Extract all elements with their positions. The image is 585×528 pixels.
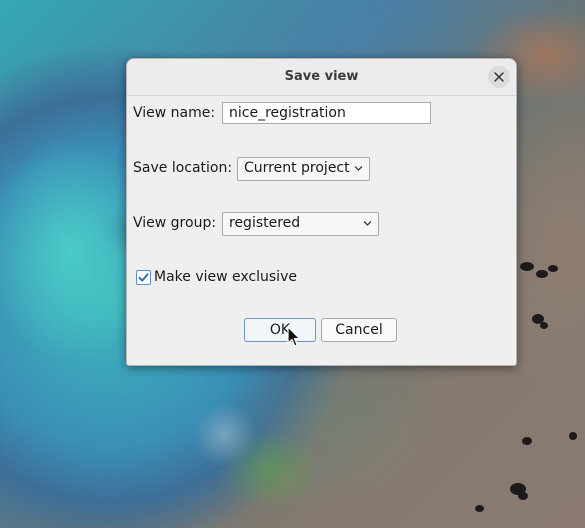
image-speck xyxy=(522,437,532,445)
chevron-down-icon xyxy=(354,166,363,171)
dialog-title: Save view xyxy=(284,69,359,84)
view-name-input[interactable] xyxy=(222,102,431,124)
dialog-titlebar: Save view xyxy=(127,59,516,96)
save-location-value: Current project xyxy=(244,160,350,176)
image-speck xyxy=(475,505,484,512)
save-location-label: Save location: xyxy=(133,160,233,176)
chevron-down-icon xyxy=(363,221,372,226)
image-speck xyxy=(536,270,548,278)
close-button[interactable] xyxy=(488,66,510,88)
make-exclusive-checkbox[interactable] xyxy=(136,270,151,285)
image-speck xyxy=(518,492,528,500)
image-speck xyxy=(569,432,577,440)
cancel-button[interactable]: Cancel xyxy=(321,318,397,342)
checkmark-icon xyxy=(138,273,149,282)
image-speck xyxy=(520,262,534,271)
close-icon xyxy=(494,72,504,82)
mouse-pointer-icon xyxy=(287,326,301,347)
view-group-value: registered xyxy=(229,215,301,231)
view-group-label: View group: xyxy=(133,215,217,231)
image-speck xyxy=(548,265,558,272)
make-exclusive-label[interactable]: Make view exclusive xyxy=(154,269,297,285)
view-name-label: View name: xyxy=(133,105,216,121)
image-speck xyxy=(540,322,548,329)
view-group-dropdown[interactable]: registered xyxy=(222,212,379,236)
save-location-dropdown[interactable]: Current project xyxy=(237,157,370,181)
ok-button[interactable]: OK xyxy=(244,318,316,342)
